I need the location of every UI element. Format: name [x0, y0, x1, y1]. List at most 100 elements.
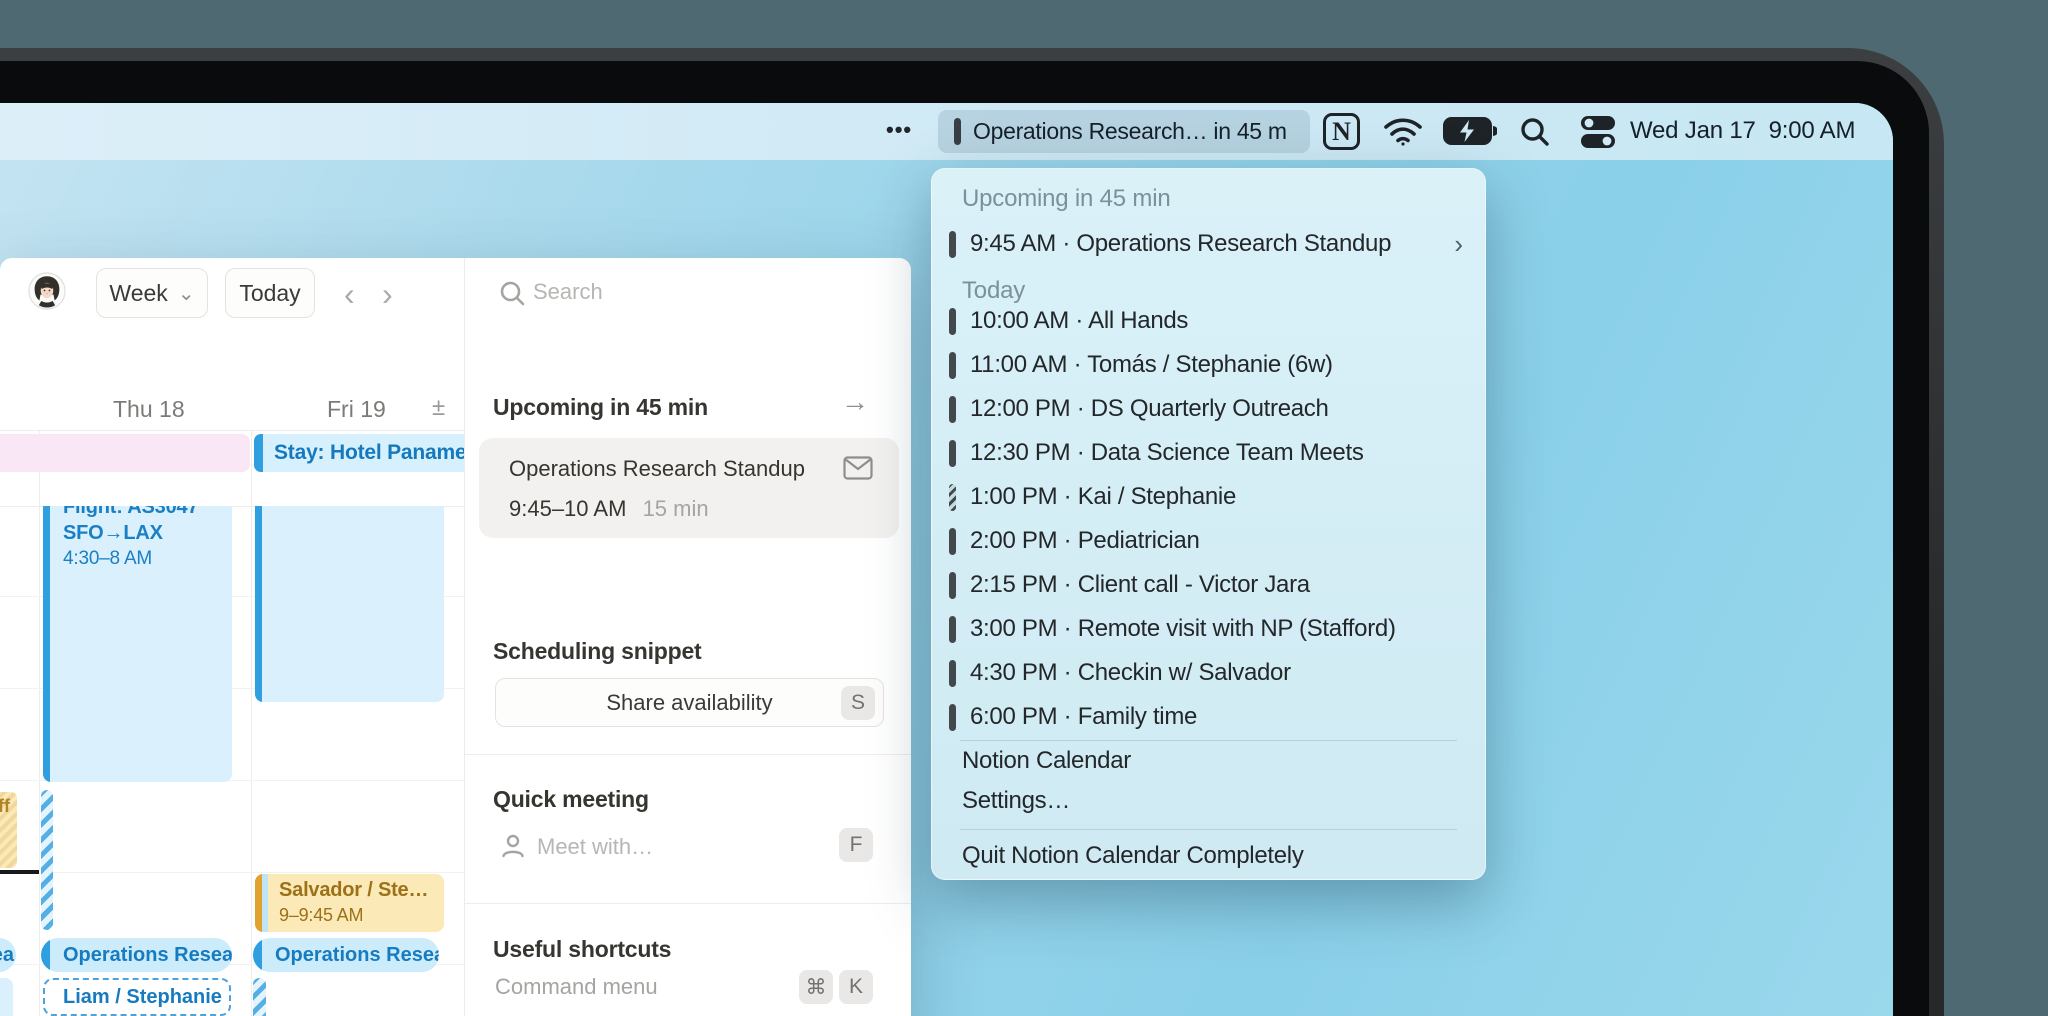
right-sidebar: Search Upcoming in 45 min → Operations R… [464, 258, 911, 1016]
day-header-thu: Thu 18 [113, 396, 185, 422]
shortcut-key-s: S [841, 686, 875, 720]
share-availability-button[interactable]: Share availability S [495, 678, 884, 727]
event-standup-fri-pill[interactable]: Operations Resea [253, 938, 439, 972]
event-color-bar-icon [949, 571, 956, 599]
next-chevron-icon[interactable]: › [382, 276, 393, 313]
event-color-bar-icon [949, 439, 956, 467]
dropdown-event-item[interactable]: 3:00 PM · Remote visit with NP (Stafford… [932, 609, 1485, 649]
shortcut-key-cmd: ⌘ [799, 970, 833, 1004]
standup-thu-label: Operations Resea [63, 943, 232, 966]
search-icon [499, 280, 526, 307]
view-selector-button[interactable]: Week ⌄ [96, 268, 208, 318]
view-selector-label: Week [109, 279, 168, 306]
command-menu-label: Command menu [495, 974, 658, 999]
card-event-duration: 15 min [642, 496, 709, 521]
chevron-down-icon: ⌄ [177, 282, 195, 305]
notion-calendar-window: Week ⌄ Today ‹ › Thu 18 Fri 19 ± Stay: H… [0, 258, 911, 1016]
event-fri-hatched-strip[interactable] [253, 978, 266, 1016]
menu-item-settings[interactable]: Settings… [932, 781, 1485, 821]
quick-meeting-header: Quick meeting [493, 786, 649, 812]
standup-wed-label: Operations Resea [0, 943, 14, 966]
card-event-time: 9:45–10 AM [509, 496, 627, 521]
dropdown-event-item[interactable]: 4:30 PM · Checkin w/ Salvador [932, 653, 1485, 693]
current-time-indicator [0, 870, 39, 874]
overlap-stripe [262, 874, 268, 932]
today-button[interactable]: Today [225, 268, 315, 318]
dropdown-event-item[interactable]: 2:15 PM · Client call - Victor Jara [932, 565, 1485, 605]
wifi-icon[interactable] [1383, 117, 1423, 147]
dropdown-event-item[interactable]: 12:30 PM · Data Science Team Meets [932, 433, 1485, 473]
dropdown-event-item[interactable]: 1:00 PM · Kai / Stephanie [932, 477, 1485, 517]
arrow-right-icon[interactable]: → [841, 386, 869, 418]
salvador-time: 9–9:45 AM [279, 905, 364, 925]
meet-with-input[interactable]: Meet with… [537, 834, 653, 860]
event-color-bar-icon [949, 351, 956, 379]
event-standup-wed-pill[interactable]: Operations Resea [0, 938, 16, 972]
expand-all-day-icon[interactable]: ± [432, 394, 445, 422]
search-input[interactable]: Search [533, 279, 603, 305]
event-color-bar-icon [949, 659, 956, 687]
all-day-top-border [0, 430, 464, 431]
menubar-dropdown-panel: Upcoming in 45 min 9:45 AM · Operations … [931, 168, 1486, 880]
spotlight-search-icon[interactable] [1519, 116, 1551, 148]
menu-item-notion-calendar[interactable]: Notion Calendar [932, 741, 1485, 781]
avatar[interactable] [28, 272, 66, 310]
menubar-event-label: Operations Research… in 45 m [973, 118, 1287, 144]
shortcut-key-k: K [839, 970, 873, 1004]
dropdown-event-item[interactable]: 6:00 PM · Family time [932, 697, 1485, 737]
dropdown-event-item[interactable]: 10:00 AM · All Hands [932, 301, 1485, 341]
menubar-overflow-icon[interactable]: ••• [886, 117, 912, 143]
event-color-bar-icon [949, 703, 956, 731]
event-color-bar-icon [949, 527, 956, 555]
liam-label: Liam / Stephanie [63, 985, 222, 1008]
event-thu-hatched-strip[interactable] [41, 790, 53, 930]
event-wed-partial[interactable]: ff [0, 792, 17, 868]
upcoming-event-card[interactable]: Operations Research Standup 9:45–10 AM 1… [479, 438, 899, 538]
dropdown-divider [960, 829, 1457, 830]
share-availability-label: Share availability [606, 689, 773, 715]
wed-partial-label: ff [0, 796, 10, 816]
salvador-title: Salvador / Ste… [279, 879, 429, 901]
battery-charging-icon[interactable] [1443, 116, 1497, 146]
desktop-mockup: ••• Operations Research… in 45 m N Wed J… [0, 0, 2048, 1016]
menu-item-quit[interactable]: Quit Notion Calendar Completely [932, 836, 1485, 876]
email-icon[interactable] [843, 456, 873, 480]
dropdown-upcoming-item[interactable]: 9:45 AM · Operations Research Standup › [932, 224, 1485, 264]
event-wed-bottom-block[interactable] [0, 978, 13, 1016]
dropdown-event-item[interactable]: 2:00 PM · Pediatrician [932, 521, 1485, 561]
flight-title-line2: SFO→LAX [63, 522, 163, 544]
control-center-icon[interactable] [1580, 115, 1616, 149]
menu-bar: ••• Operations Research… in 45 m N Wed J… [0, 103, 1893, 160]
divider [465, 754, 911, 755]
event-color-bar-icon [949, 395, 956, 423]
event-flight[interactable]: Flight: AS3047 SFO→LAX 4:30–8 AM [43, 506, 232, 782]
menubar-active-item[interactable]: Operations Research… in 45 m [938, 110, 1310, 153]
flight-title-line1: Flight: AS3047 [63, 506, 199, 518]
all-day-event-pink[interactable] [0, 434, 250, 472]
menubar-clock[interactable]: Wed Jan 17 9:00 AM [1630, 117, 1855, 145]
person-icon [499, 832, 527, 860]
prev-chevron-icon[interactable]: ‹ [344, 276, 355, 313]
scheduling-header: Scheduling snippet [493, 638, 702, 664]
upcoming-header: Upcoming in 45 min [493, 394, 708, 420]
notion-logo-icon[interactable]: N [1323, 113, 1360, 150]
event-standup-thu-pill[interactable]: Operations Resea [41, 938, 232, 972]
event-salvador[interactable]: Salvador / Ste… 9–9:45 AM [255, 874, 444, 932]
shortcuts-header: Useful shortcuts [493, 936, 672, 962]
flight-time: 4:30–8 AM [63, 548, 153, 569]
shortcut-key-f: F [839, 828, 873, 862]
all-day-event-stay[interactable]: Stay: Hotel Panamer [254, 434, 464, 472]
divider [465, 903, 911, 904]
event-color-bar-hatched-icon [949, 483, 956, 511]
event-liam-tentative[interactable]: Liam / Stephanie [43, 978, 231, 1016]
event-color-bar-icon [949, 615, 956, 643]
dropdown-event-item[interactable]: 12:00 PM · DS Quarterly Outreach [932, 389, 1485, 429]
day-header-fri: Fri 19 [327, 396, 386, 422]
card-event-title: Operations Research Standup [509, 456, 805, 481]
event-color-bar-icon [949, 230, 956, 258]
screen: ••• Operations Research… in 45 m N Wed J… [0, 103, 1893, 1016]
event-fri-morning-block[interactable] [255, 506, 444, 702]
standup-fri-label: Operations Resea [275, 943, 439, 966]
stay-event-label: Stay: Hotel Panamer [274, 441, 464, 464]
dropdown-event-item[interactable]: 11:00 AM · Tomás / Stephanie (6w) [932, 345, 1485, 385]
